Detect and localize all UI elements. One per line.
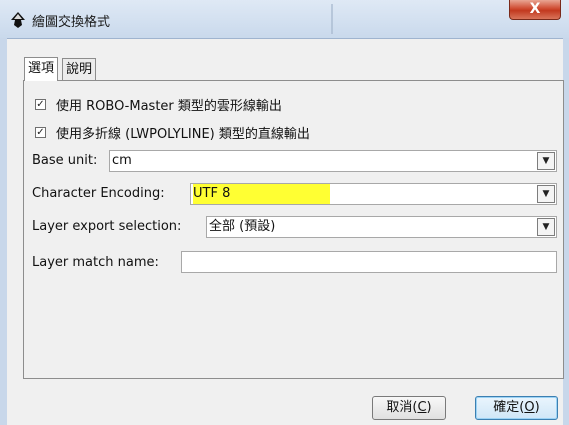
title-bar[interactable]: 繪圖交換格式 X bbox=[0, 0, 569, 39]
check-icon: ✓ bbox=[36, 126, 45, 138]
cancel-button-text: 取消( bbox=[386, 400, 418, 415]
base-unit-label: Base unit: bbox=[32, 153, 98, 168]
cancel-button-mnemonic: C bbox=[417, 400, 427, 415]
ok-button[interactable]: 確定(O) bbox=[475, 396, 558, 420]
layer-export-selection-select[interactable]: 全部 (預設) ▼ bbox=[206, 216, 557, 238]
window-title: 繪圖交換格式 bbox=[32, 15, 111, 30]
check-icon: ✓ bbox=[36, 98, 45, 110]
tab-options-label: 選項 bbox=[28, 61, 55, 76]
lwpolyline-checkbox[interactable]: ✓ bbox=[35, 126, 46, 138]
tab-help[interactable]: 說明 bbox=[62, 58, 97, 80]
chevron-down-icon[interactable]: ▼ bbox=[537, 152, 555, 170]
tab-options[interactable]: 選項 bbox=[24, 57, 59, 81]
inkscape-icon bbox=[9, 11, 27, 29]
robo-master-label: 使用 ROBO-Master 類型的雲形線輸出 bbox=[56, 98, 282, 114]
character-encoding-value: UTF 8 bbox=[193, 184, 331, 204]
character-encoding-label: Character Encoding: bbox=[32, 186, 165, 201]
character-encoding-select[interactable]: UTF 8 ▼ bbox=[190, 183, 557, 205]
ok-button-suffix: ) bbox=[534, 400, 540, 415]
chevron-down-icon[interactable]: ▼ bbox=[537, 218, 555, 236]
layer-match-name-input[interactable] bbox=[181, 251, 557, 273]
base-unit-value: cm bbox=[112, 153, 132, 168]
ok-button-mnemonic: O bbox=[524, 400, 535, 415]
close-icon: X bbox=[529, 1, 541, 17]
cancel-button[interactable]: 取消(C) bbox=[372, 396, 446, 420]
layer-match-name-label: Layer match name: bbox=[32, 255, 159, 270]
title-bar-separator bbox=[331, 4, 333, 34]
lwpolyline-label: 使用多折線 (LWPOLYLINE) 類型的直線輸出 bbox=[56, 126, 310, 142]
lwpolyline-option[interactable]: ✓ 使用多折線 (LWPOLYLINE) 類型的直線輸出 bbox=[35, 123, 310, 142]
base-unit-select[interactable]: cm ▼ bbox=[109, 150, 557, 172]
ok-button-text: 確定( bbox=[493, 400, 525, 415]
robo-master-checkbox[interactable]: ✓ bbox=[35, 98, 46, 110]
layer-export-selection-label: Layer export selection: bbox=[32, 219, 182, 234]
cancel-button-suffix: ) bbox=[426, 400, 432, 415]
layer-export-selection-value: 全部 (預設) bbox=[209, 219, 276, 234]
tab-help-label: 說明 bbox=[66, 62, 93, 77]
chevron-down-icon[interactable]: ▼ bbox=[537, 185, 555, 203]
close-button[interactable]: X bbox=[509, 0, 561, 20]
window-frame-left bbox=[0, 38, 7, 425]
robo-master-option[interactable]: ✓ 使用 ROBO-Master 類型的雲形線輸出 bbox=[35, 95, 282, 114]
